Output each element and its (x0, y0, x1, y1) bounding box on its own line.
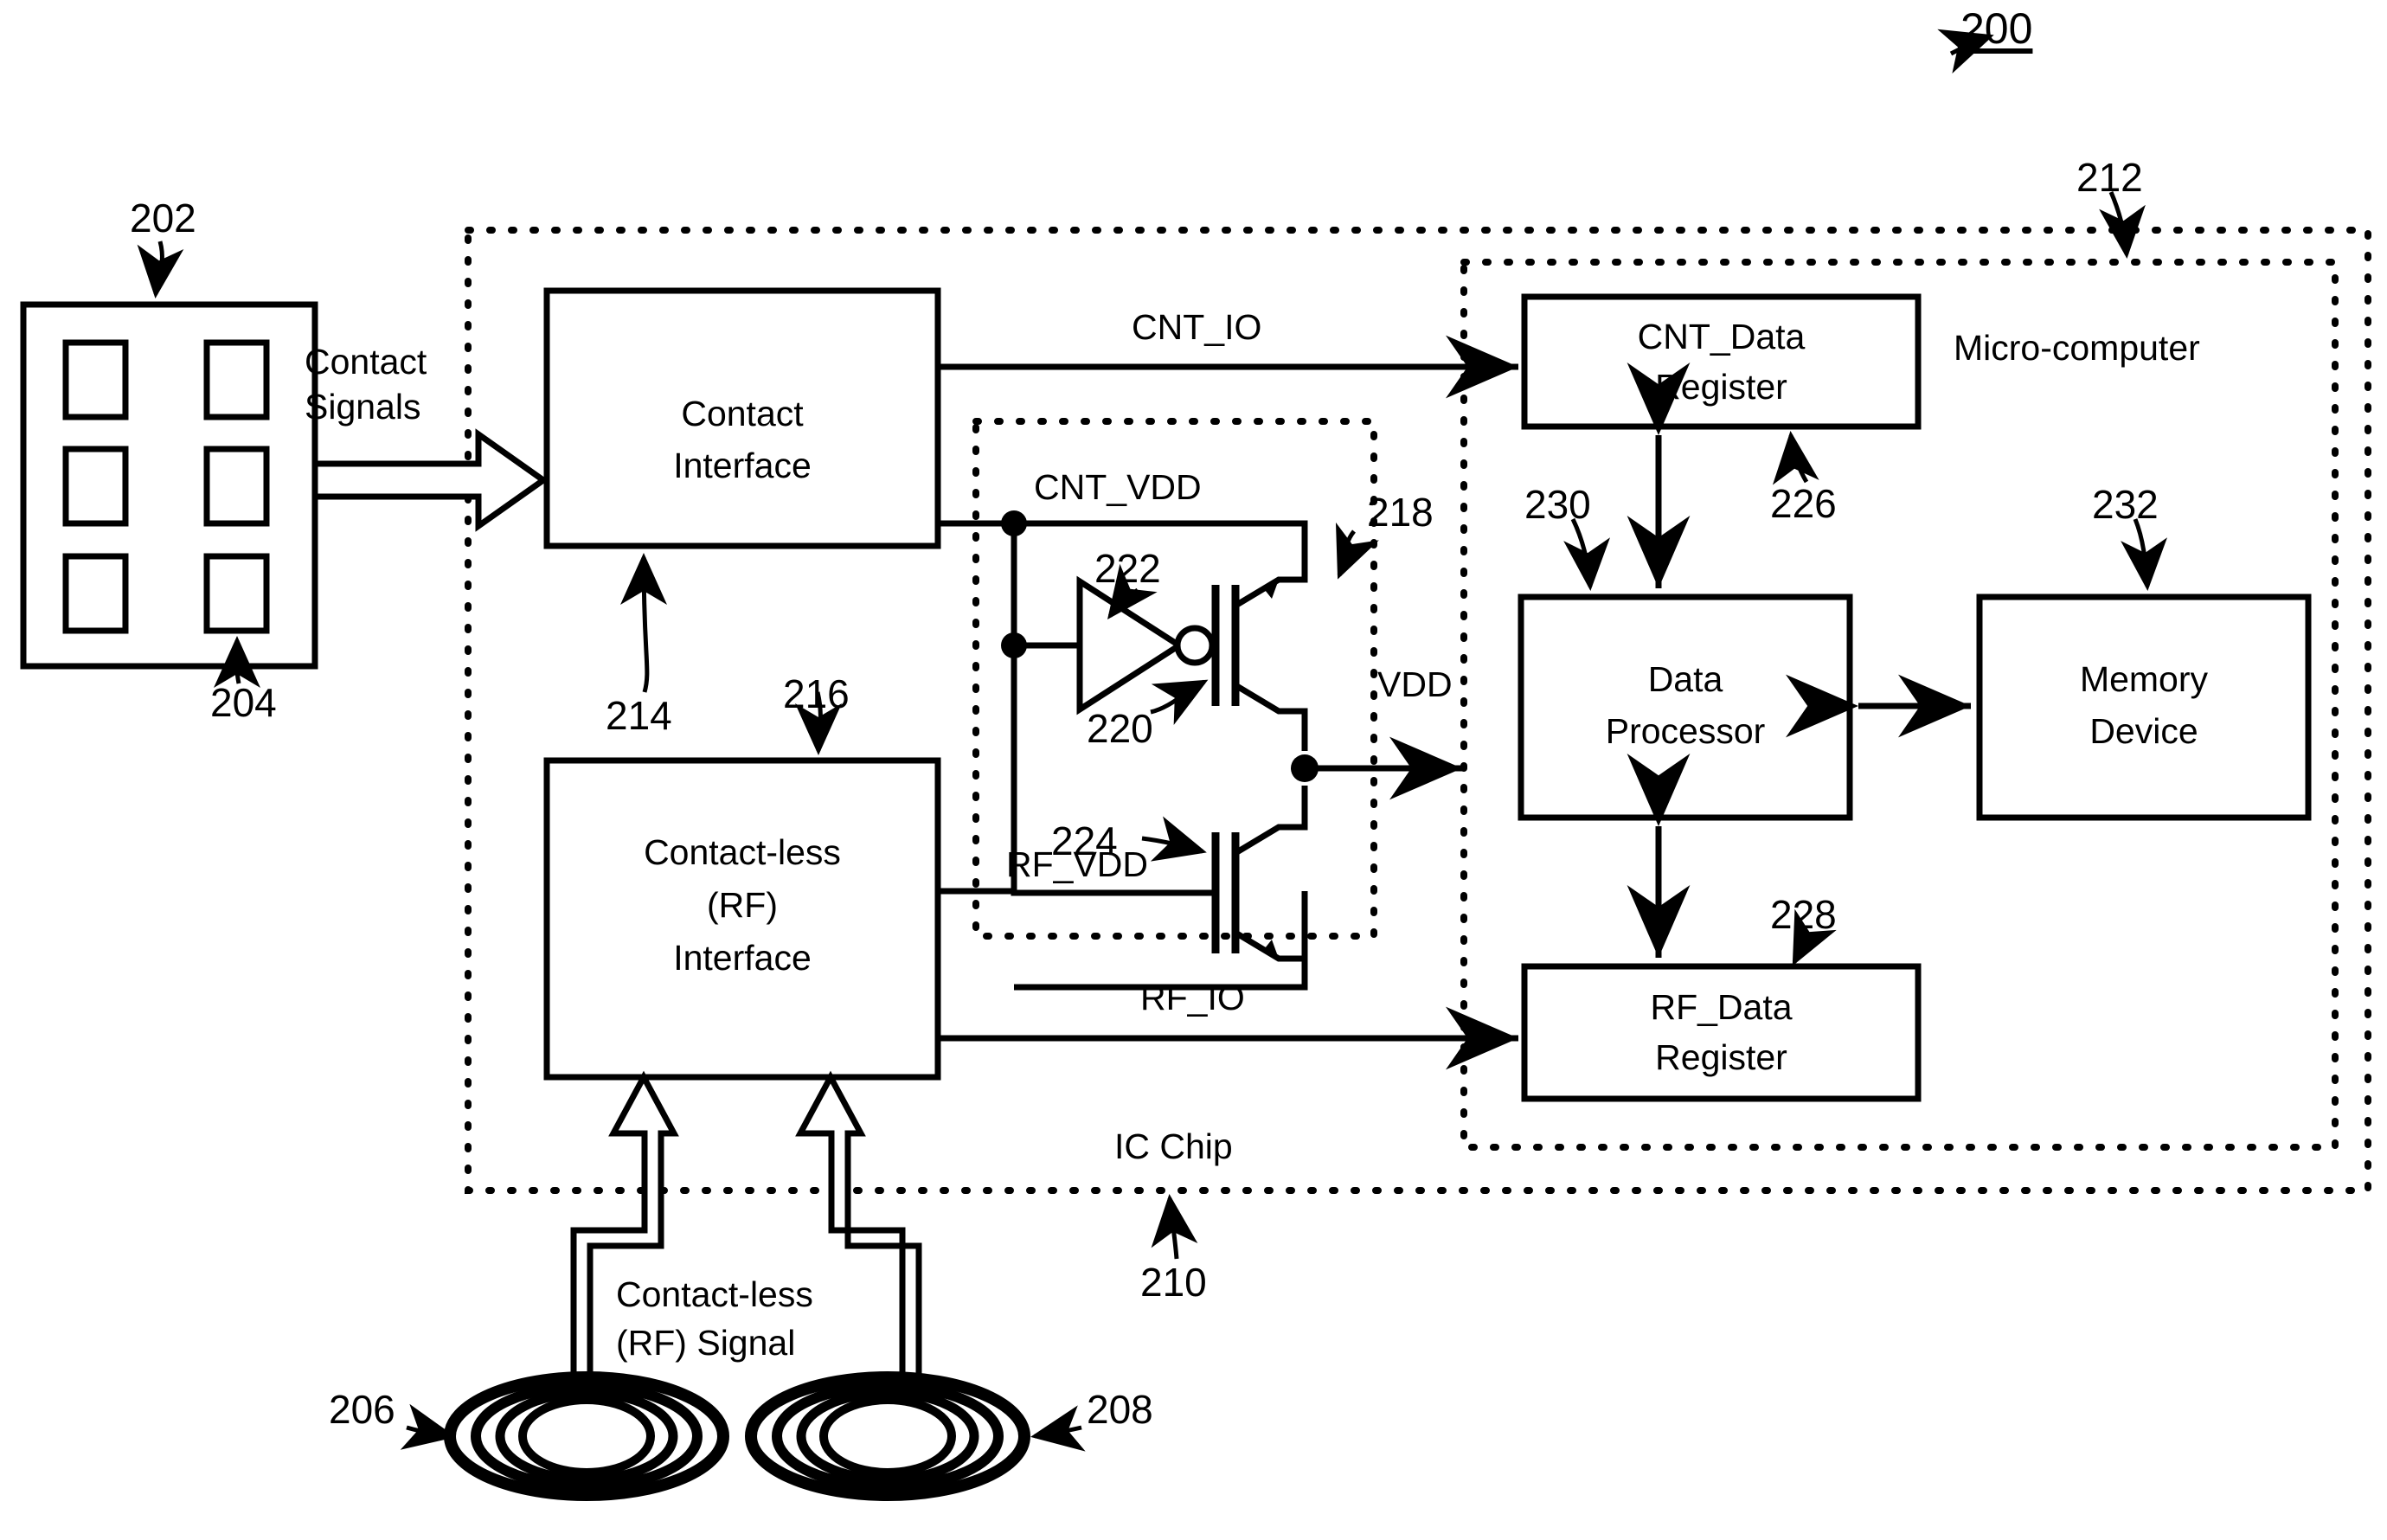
ref-216: 216 (783, 671, 850, 716)
cnt-io-label: CNT_IO (1132, 307, 1262, 347)
ref-214: 214 (606, 693, 672, 738)
figure-number: 200 (1960, 4, 2033, 53)
patent-figure-canvas: 200 202 204 Contact Signals Contact Inte… (0, 0, 2387, 1540)
ref-212: 212 (2076, 155, 2143, 200)
memory-device-label: Memory Device (2079, 659, 2209, 751)
ref-230: 230 (1524, 482, 1591, 527)
ref-220: 220 (1087, 706, 1153, 751)
cnt-data-register-label: CNT_Data Register (1637, 317, 1806, 407)
ref-210: 210 (1140, 1260, 1207, 1305)
rf-data-register-label: RF_Data Register (1650, 987, 1793, 1077)
ic-chip-label: IC Chip (1114, 1126, 1233, 1166)
ref-228: 228 (1770, 892, 1837, 937)
ref-206: 206 (329, 1387, 395, 1432)
contact-signals-label: Contact Signals (305, 342, 427, 427)
cnt-vdd-label: CNT_VDD (1034, 467, 1202, 507)
ref-218: 218 (1367, 490, 1434, 535)
ref-232: 232 (2092, 482, 2159, 527)
contactless-interface-label: Contact-less (RF) Interface (644, 832, 841, 978)
ref-226: 226 (1770, 481, 1837, 526)
contactless-signal-label: Contact-less (RF) Signal (616, 1274, 813, 1363)
contact-interface-label: Contact Interface (673, 394, 812, 485)
rf-io-label: RF_IO (1140, 978, 1245, 1017)
ref-204: 204 (210, 680, 277, 725)
vdd-label: VDD (1377, 664, 1453, 704)
ref-222: 222 (1094, 546, 1161, 591)
ref-224: 224 (1051, 818, 1118, 863)
data-processor-label: Data Processor (1605, 659, 1766, 751)
ref-202: 202 (130, 196, 196, 241)
ref-208: 208 (1087, 1387, 1153, 1432)
micro-computer-label: Micro-computer (1954, 328, 2200, 368)
